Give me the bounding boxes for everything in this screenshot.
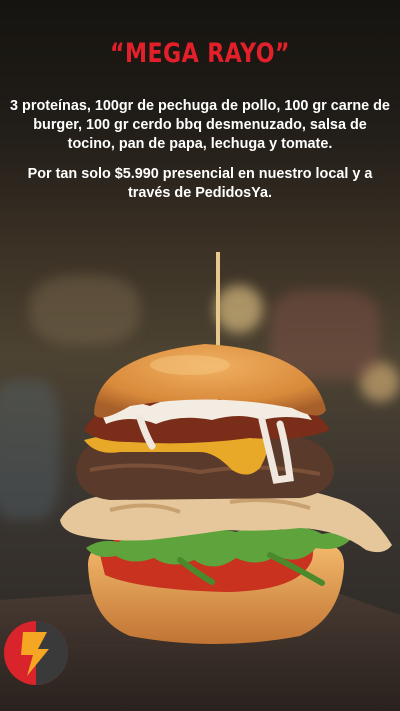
promo-offer: Por tan solo $5.990 presencial en nuestr… — [27, 166, 373, 201]
promo-description: 3 proteínas, 100gr de pechuga de pollo, … — [10, 98, 390, 152]
lightning-bolt-icon — [4, 621, 68, 685]
promo-poster: “MEGA RAYO” 3 proteínas, 100gr de pechug… — [0, 0, 400, 711]
promo-title: “MEGA RAYO” — [110, 38, 290, 69]
